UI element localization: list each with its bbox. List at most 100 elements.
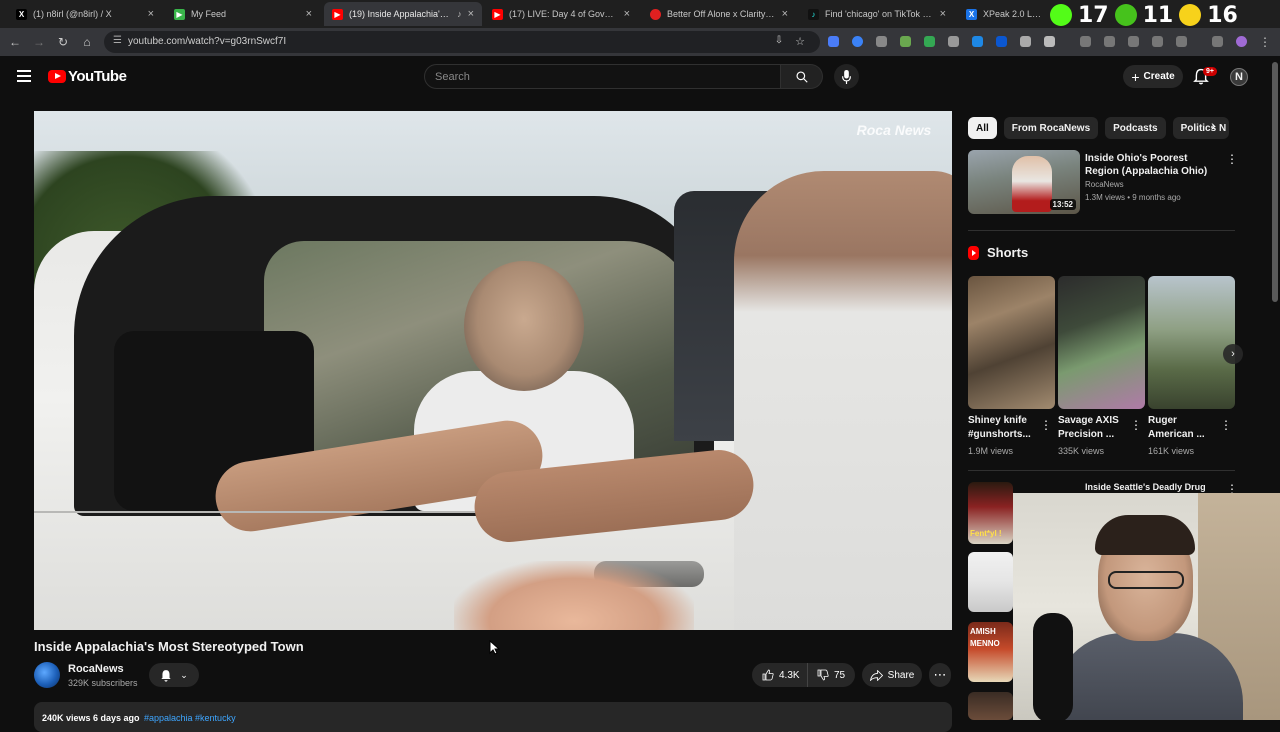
voice-search-button[interactable] (834, 64, 859, 89)
more-actions-button[interactable]: ⋯ (929, 663, 951, 687)
extension-icon[interactable] (1020, 36, 1031, 47)
video-thumbnail[interactable] (968, 552, 1013, 612)
recommendation-item[interactable]: 13:52 Inside Ohio's Poorest Region (Appa… (968, 150, 1238, 214)
page-scrollbar[interactable] (1272, 62, 1278, 302)
mouse-cursor-icon (489, 640, 500, 655)
back-icon[interactable]: ← (8, 35, 22, 49)
forward-icon[interactable]: → (32, 35, 46, 49)
bookmark-star-icon[interactable]: ☆ (793, 35, 807, 48)
channel-watermark[interactable]: Roca News (854, 123, 934, 157)
close-icon[interactable]: × (782, 8, 788, 20)
home-icon[interactable]: ⌂ (80, 35, 94, 49)
shorts-next-button[interactable]: › (1223, 344, 1243, 364)
share-button[interactable]: Share (862, 663, 922, 687)
short-title[interactable]: Ruger American ... (1148, 414, 1223, 442)
browser-tab[interactable]: ▶ My Feed × (166, 2, 320, 26)
tab-title: Better Off Alone x Clarity (agai (667, 9, 776, 19)
kebab-menu-icon[interactable]: ⋮ (1220, 418, 1232, 432)
reload-icon[interactable]: ↻ (56, 35, 70, 49)
browser-tab[interactable]: X XPeak 2.0 Long-Ran (958, 2, 1050, 26)
menu-icon[interactable] (1212, 36, 1223, 47)
sidepanel-icon[interactable] (1152, 36, 1163, 47)
tiktok-icon: ♪ (808, 8, 819, 20)
extension-icon[interactable] (996, 36, 1007, 47)
extension-icon[interactable] (948, 36, 959, 47)
short-views: 335K views (1058, 446, 1105, 456)
extension-icon[interactable] (924, 36, 935, 47)
chip-politics[interactable]: Politics N (1172, 117, 1229, 139)
history-icon[interactable] (1080, 36, 1091, 47)
chevron-right-icon[interactable]: › (1211, 117, 1216, 133)
search-button[interactable] (781, 64, 823, 89)
extension-icon[interactable] (828, 36, 839, 47)
webcam-person-hair (1095, 515, 1195, 555)
recommendation-title[interactable]: Inside Ohio's Poorest Region (Appalachia… (1085, 152, 1220, 178)
short-thumbnail[interactable] (1058, 276, 1145, 409)
chip-from-channel[interactable]: From RocaNews (1003, 117, 1099, 139)
kebab-menu-icon[interactable]: ⋮ (1226, 152, 1238, 166)
chip-podcasts[interactable]: Podcasts (1105, 117, 1166, 139)
video-thumbnail[interactable]: 13:52 (968, 150, 1080, 214)
youtube-header: YouTube Search + Create 9+ N (0, 56, 1280, 98)
camera-icon[interactable] (1104, 36, 1115, 47)
recommendation-title[interactable]: Inside Seattle's Deadly Drug (1085, 482, 1206, 492)
profile-icon[interactable] (1236, 36, 1247, 47)
browser-tab[interactable]: ♪ Find 'chicago' on TikTok | TikTo × (800, 2, 954, 26)
short-thumbnail[interactable] (1148, 276, 1235, 409)
short-title[interactable]: Shiney knife #gunshorts... (968, 414, 1043, 442)
browser-tab-active[interactable]: ▶ (19) Inside Appalachia's Mo ♪ × (324, 2, 482, 26)
close-icon[interactable]: × (148, 8, 154, 20)
screenshot-icon[interactable] (1176, 36, 1187, 47)
browser-tab[interactable]: X (1) n8irl (@n8irl) / X × (8, 2, 162, 26)
video-thumbnail[interactable] (968, 692, 1013, 720)
extension-icon[interactable] (876, 36, 887, 47)
chip-all[interactable]: All (968, 117, 997, 139)
description-box[interactable]: 240K views 6 days ago #appalachia #kentu… (34, 702, 952, 732)
account-initial: N (1235, 71, 1243, 83)
browser-tab[interactable]: Better Off Alone x Clarity (agai × (642, 2, 796, 26)
dislike-button[interactable]: 75 (808, 669, 845, 681)
webcam-person-body (1053, 633, 1243, 720)
browser-toolbar: ← → ↻ ⌂ ☰ youtube.com/watch?v=g03rnSwcf7… (0, 28, 1280, 56)
browser-tab[interactable]: ▶ (17) LIVE: Day 4 of Governmen × (484, 2, 638, 26)
x-icon: X (16, 8, 27, 20)
kebab-menu-icon[interactable]: ⋮ (1130, 418, 1142, 432)
shorts-heading: Shorts (987, 245, 1029, 260)
video-thumbnail[interactable]: AMISH MENNO (968, 622, 1013, 682)
address-bar[interactable]: ☰ youtube.com/watch?v=g03rnSwcf7I (104, 31, 820, 53)
install-icon[interactable]: ⇩ (772, 35, 786, 46)
short-thumbnail[interactable] (968, 276, 1055, 409)
recommendation-channel[interactable]: RocaNews (1085, 180, 1124, 189)
channel-name[interactable]: RocaNews (68, 663, 124, 675)
close-icon[interactable]: × (624, 8, 630, 20)
hashtags[interactable]: #appalachia #kentucky (144, 713, 236, 723)
youtube-logo[interactable]: YouTube (48, 68, 127, 85)
shorts-icon (968, 245, 979, 260)
speaker-icon[interactable]: ♪ (457, 9, 462, 19)
extension-icon[interactable] (900, 36, 911, 47)
kebab-menu-icon[interactable]: ⋮ (1040, 418, 1052, 432)
tab-title: XPeak 2.0 Long-Ran (983, 9, 1042, 19)
create-button[interactable]: + Create (1123, 65, 1183, 88)
close-icon[interactable]: × (468, 8, 474, 20)
close-icon[interactable]: × (940, 8, 946, 20)
short-title[interactable]: Savage AXIS Precision ... (1058, 414, 1133, 442)
puzzle-icon[interactable] (1044, 36, 1055, 47)
devtools-icon[interactable] (1128, 36, 1139, 47)
search-input[interactable]: Search (424, 64, 781, 89)
channel-avatar[interactable] (34, 662, 60, 688)
close-icon[interactable]: × (306, 8, 312, 20)
site-info-icon[interactable]: ☰ (113, 35, 122, 46)
hamburger-menu-icon[interactable] (17, 70, 31, 85)
extension-icon[interactable] (852, 36, 863, 47)
extension-icon[interactable] (972, 36, 983, 47)
overlay-counter: 16 (1207, 2, 1238, 28)
like-button[interactable]: 4.3K (752, 663, 808, 687)
video-player[interactable]: Roca News (34, 111, 952, 630)
account-avatar[interactable]: N (1230, 68, 1248, 86)
search-icon (795, 70, 808, 83)
video-title: Inside Appalachia's Most Stereotyped Tow… (34, 639, 304, 654)
subscribed-notifications-button[interactable]: ⌄ (149, 663, 199, 687)
video-thumbnail[interactable]: Fent*yl ! (968, 482, 1013, 544)
kebab-menu-icon[interactable]: ⋮ (1258, 35, 1272, 49)
